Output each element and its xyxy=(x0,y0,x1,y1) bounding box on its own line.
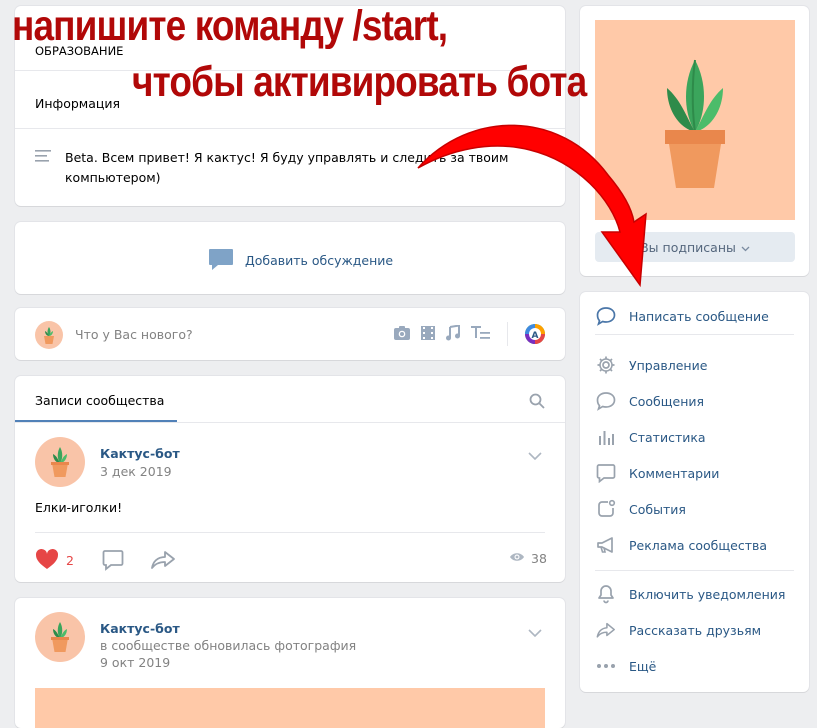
description-text-continued: компьютером) xyxy=(65,170,161,185)
menu-advertising[interactable]: Реклама сообщества xyxy=(580,527,809,563)
views-count: 38 xyxy=(531,551,547,566)
menu-label: Статистика xyxy=(629,429,706,445)
post-author-avatar[interactable] xyxy=(35,612,85,662)
share-icon xyxy=(595,619,617,641)
megaphone-icon xyxy=(595,534,617,556)
message-bubble-icon xyxy=(595,305,617,327)
comment-icon[interactable] xyxy=(102,549,124,574)
discussion-card: Добавить обсуждение xyxy=(15,222,565,294)
post-author-avatar[interactable] xyxy=(35,437,85,487)
chevron-down-icon xyxy=(741,240,750,255)
share-icon[interactable] xyxy=(150,550,176,573)
menu-tell-friends[interactable]: Рассказать друзьям xyxy=(580,612,809,648)
menu-label: События xyxy=(629,501,686,517)
menu-label: Рассказать друзьям xyxy=(629,622,762,638)
stats-icon xyxy=(595,426,617,448)
views-counter: 38 xyxy=(509,551,547,566)
new-post-input[interactable]: Что у Вас нового? xyxy=(75,327,193,342)
menu-label: Включить уведомления xyxy=(629,586,786,602)
divider xyxy=(15,70,565,71)
menu-write-message[interactable]: Написать сообщение xyxy=(580,298,809,334)
camera-icon[interactable] xyxy=(393,325,411,344)
description-text: Beta. Всем привет! Я кактус! Я буду упра… xyxy=(65,150,509,165)
eye-icon xyxy=(509,551,525,566)
divider xyxy=(595,334,794,335)
menu-messages[interactable]: Сообщения xyxy=(580,383,809,419)
like-button[interactable]: 2 xyxy=(35,548,74,573)
music-icon[interactable] xyxy=(445,324,461,344)
more-dots-icon xyxy=(595,655,617,677)
search-icon[interactable] xyxy=(529,393,545,412)
menu-statistics[interactable]: Статистика xyxy=(580,419,809,455)
divider xyxy=(507,322,508,346)
bell-icon xyxy=(595,583,617,605)
category-value: ОБРАЗОВАНИЕ xyxy=(35,44,124,58)
description-icon xyxy=(35,149,51,166)
gear-icon xyxy=(595,354,617,376)
chevron-down-icon[interactable] xyxy=(528,448,542,463)
post-subtitle: в сообществе обновилась фотография xyxy=(100,638,357,653)
menu-label: Комментарии xyxy=(629,465,720,481)
info-label: Информация xyxy=(35,96,121,111)
menu-label: Ещё xyxy=(629,658,657,674)
post-card: Кактус-бот в сообществе обновилась фотог… xyxy=(15,598,565,728)
like-count: 2 xyxy=(66,553,74,568)
community-avatar-image[interactable] xyxy=(595,20,795,220)
divider xyxy=(15,128,565,129)
divider xyxy=(15,422,565,423)
article-icon[interactable] xyxy=(471,325,491,344)
svg-text:A: A xyxy=(532,331,539,341)
community-posts-card: Записи сообщества Кактус-бот 3 дек 2019 … xyxy=(15,376,565,582)
discussion-icon xyxy=(208,248,234,272)
post-date[interactable]: 9 окт 2019 xyxy=(100,655,170,670)
new-post-card: Что у Вас нового? A xyxy=(15,308,565,360)
community-cover-card: Вы подписаны xyxy=(580,6,809,276)
avatar xyxy=(35,321,63,349)
tab-community-posts[interactable]: Записи сообщества xyxy=(35,393,164,408)
menu-label: Управление xyxy=(629,357,708,373)
post-date[interactable]: 3 дек 2019 xyxy=(100,464,172,479)
menu-label: Реклама сообщества xyxy=(629,537,768,553)
menu-comments[interactable]: Комментарии xyxy=(580,455,809,491)
subscribed-label: Вы подписаны xyxy=(640,239,736,255)
post-author-name[interactable]: Кактус-бот xyxy=(100,621,180,636)
menu-label: Написать сообщение xyxy=(629,308,769,324)
poster-icon[interactable]: A xyxy=(525,324,545,347)
subscribed-button[interactable]: Вы подписаны xyxy=(595,232,795,262)
events-icon xyxy=(595,498,617,520)
menu-more[interactable]: Ещё xyxy=(580,648,809,684)
menu-events[interactable]: События xyxy=(580,491,809,527)
add-discussion-label: Добавить обсуждение xyxy=(245,252,394,268)
video-icon[interactable] xyxy=(420,325,436,344)
chat-icon xyxy=(595,390,617,412)
menu-label: Сообщения xyxy=(629,393,705,409)
community-actions-menu: Написать сообщение Управление Сообщения … xyxy=(580,292,809,692)
chevron-down-icon[interactable] xyxy=(528,625,542,640)
menu-manage[interactable]: Управление xyxy=(580,347,809,383)
divider xyxy=(595,570,794,571)
divider xyxy=(35,532,545,533)
add-discussion-button[interactable]: Добавить обсуждение xyxy=(208,248,393,272)
post-text: Елки-иголки! xyxy=(35,500,123,515)
community-info-card: ОБРАЗОВАНИЕ Информация Beta. Всем привет… xyxy=(15,6,565,206)
post-author-name[interactable]: Кактус-бот xyxy=(100,446,180,461)
post-photo[interactable] xyxy=(35,688,545,728)
menu-enable-notifications[interactable]: Включить уведомления xyxy=(580,576,809,612)
heart-icon xyxy=(35,548,59,573)
comment-icon xyxy=(595,462,617,484)
